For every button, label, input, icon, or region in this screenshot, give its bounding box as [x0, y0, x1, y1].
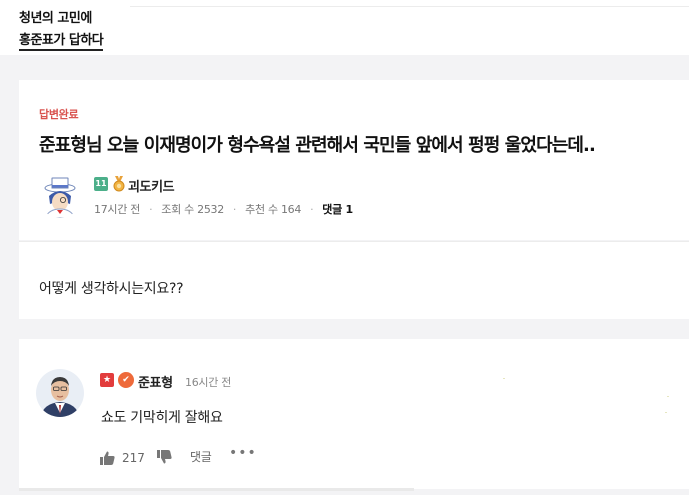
meta-separator: ·	[232, 202, 237, 216]
decorative-speck	[665, 412, 667, 413]
brand-title-line2[interactable]: 홍준표가 답하다	[19, 29, 104, 51]
flag-badge-icon: ★	[100, 373, 114, 387]
recommend-count: 추천 수 164	[245, 203, 302, 216]
post-meta: 17시간 전 · 조회 수 2532 · 추천 수 164 · 댓글 1	[94, 201, 353, 217]
post-body-text: 어떻게 생각하시는지요??	[39, 281, 184, 297]
header-divider	[130, 6, 689, 7]
meta-separator: ·	[149, 202, 153, 216]
comment-count-link[interactable]: 댓글 1	[322, 201, 353, 217]
author-avatar[interactable]	[39, 176, 81, 218]
thumbs-down-icon	[157, 450, 172, 464]
decorative-speck	[667, 396, 669, 397]
answer-status-badge: 답변완료	[39, 108, 79, 121]
post-body: 어떻게 생각하시는지요??	[19, 241, 689, 319]
post-title: 준표형님 오늘 이재명이가 형수욕설 관련해서 국민들 앞에서 펑펑 울었다는데…	[39, 135, 596, 156]
answer-divider	[19, 488, 414, 491]
level-badge: 11	[94, 177, 108, 191]
answer-text: 쇼도 기막히게 잘해요	[101, 410, 223, 426]
medal-icon	[113, 176, 125, 192]
site-header: 청년의 고민에 홍준표가 답하다	[0, 0, 689, 55]
post-header-card: 답변완료 준표형님 오늘 이재명이가 형수욕설 관련해서 국민들 앞에서 펑펑 …	[19, 80, 689, 240]
meta-separator: ·	[310, 202, 314, 216]
post-time: 17시간 전	[94, 203, 141, 216]
author-name[interactable]: 괴도키드	[128, 176, 175, 195]
reply-button[interactable]: 댓글	[190, 448, 212, 465]
thumbs-up-icon	[100, 451, 115, 465]
answer-time: 16시간 전	[185, 376, 232, 389]
decorative-speck	[503, 378, 505, 379]
more-dots-icon[interactable]: •••	[229, 445, 257, 461]
view-count: 조회 수 2532	[161, 203, 224, 216]
like-count: 217	[122, 451, 145, 465]
dislike-button[interactable]	[157, 449, 175, 467]
like-button[interactable]: 217	[100, 449, 145, 467]
answer-section: ★ ✔ 준표형 16시간 전 쇼도 기막히게 잘해요 217 댓글 •••	[19, 339, 689, 491]
party-badge-icon: ✔	[118, 372, 134, 388]
brand-title-line1[interactable]: 청년의 고민에	[19, 7, 92, 26]
answerer-name[interactable]: 준표형	[138, 372, 173, 391]
answerer-avatar[interactable]	[36, 369, 84, 417]
